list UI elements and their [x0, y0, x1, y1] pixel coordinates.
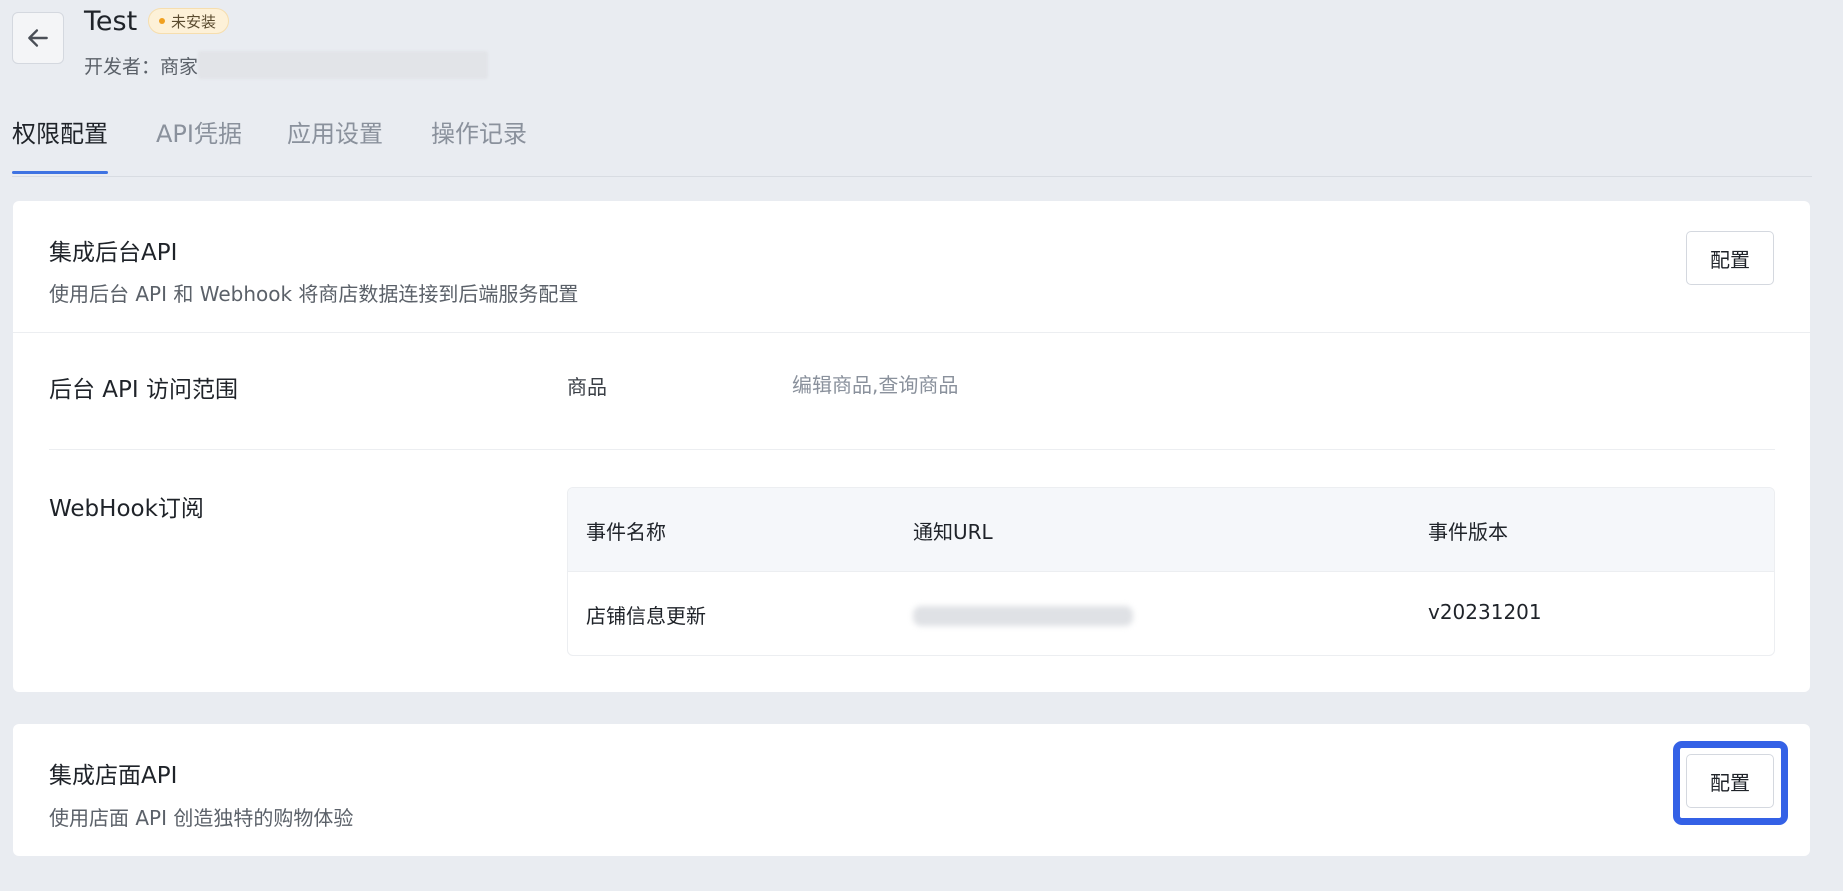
backend-api-card: 集成后台API 使用后台 API 和 Webhook 将商店数据连接到后端服务配… [13, 201, 1810, 692]
api-scope-label: 后台 API 访问范围 [49, 377, 239, 403]
tab-bar: 权限配置 API凭据 应用设置 操作记录 [12, 112, 1812, 177]
card-divider [13, 332, 1810, 333]
storefront-api-description: 使用店面 API 创造独特的购物体验 [49, 806, 354, 830]
developer-label: 开发者：商家 [84, 55, 199, 78]
developer-line: 开发者：商家 [84, 51, 489, 79]
backend-api-title: 集成后台API [49, 240, 178, 266]
status-dot [159, 18, 165, 24]
api-scope-value: 编辑商品,查询商品 [792, 373, 959, 397]
tab-api-credentials[interactable]: API凭据 [156, 114, 242, 149]
column-header-version: 事件版本 [1428, 520, 1508, 544]
api-scope-name: 商品 [567, 375, 607, 399]
status-text: 未安装 [171, 12, 217, 31]
storefront-api-card: 集成店面API 使用店面 API 创造独特的购物体验 配置 [13, 724, 1810, 856]
webhook-table-header: 事件名称 通知URL 事件版本 [568, 488, 1774, 572]
arrow-left-icon [28, 29, 48, 47]
app-title: Test [84, 6, 138, 37]
active-tab-indicator [12, 171, 108, 174]
focus-highlight [1673, 741, 1788, 825]
tab-app-settings[interactable]: 应用设置 [287, 114, 383, 149]
webhook-url-redacted [913, 602, 1133, 626]
storefront-api-title: 集成店面API [49, 763, 178, 789]
status-badge: 未安装 [148, 8, 230, 34]
tab-permissions[interactable]: 权限配置 [12, 114, 108, 149]
webhook-event-name: 店铺信息更新 [586, 604, 706, 628]
webhook-label: WebHook订阅 [49, 496, 204, 522]
column-header-event-name: 事件名称 [586, 520, 666, 544]
backend-configure-button[interactable]: 配置 [1686, 231, 1774, 285]
developer-redacted [198, 51, 489, 79]
back-button[interactable] [12, 12, 64, 64]
section-divider [49, 449, 1775, 450]
tab-operation-log[interactable]: 操作记录 [431, 114, 527, 149]
column-header-url: 通知URL [913, 520, 993, 544]
backend-api-description: 使用后台 API 和 Webhook 将商店数据连接到后端服务配置 [49, 282, 579, 306]
webhook-event-version: v20231201 [1428, 600, 1542, 624]
webhook-table: 事件名称 通知URL 事件版本 店铺信息更新 v20231201 [567, 487, 1775, 656]
